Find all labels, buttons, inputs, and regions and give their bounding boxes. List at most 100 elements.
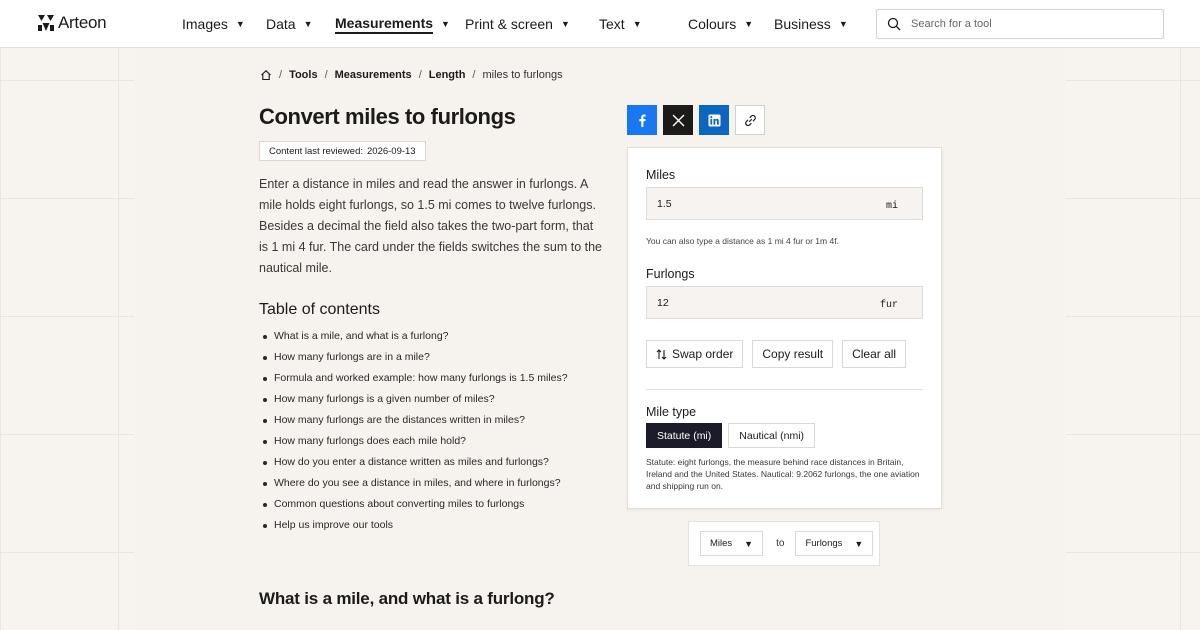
page-title: Convert miles to furlongs: [259, 104, 516, 129]
to-unit-value: Furlongs: [805, 538, 843, 549]
toc-link[interactable]: How many furlongs does each mile hold?: [274, 435, 466, 447]
toc-link[interactable]: Help us improve our tools: [274, 519, 393, 531]
x-icon: [672, 114, 684, 126]
caret-down-icon: ▼: [235, 19, 245, 29]
nav-item-colours[interactable]: Colours ▼: [688, 0, 774, 48]
toc-item: Help us improve our tools: [263, 517, 568, 538]
breadcrumb-separator: /: [279, 69, 283, 81]
share-x-button[interactable]: [663, 105, 693, 135]
nav-label: Text: [599, 16, 625, 32]
toc-item: Where do you see a distance in miles, an…: [263, 475, 568, 496]
nav-item-measurements[interactable]: Measurements ▼: [335, 0, 465, 48]
mile-type-toggle: Statute (mi) Nautical (nmi): [646, 423, 816, 448]
toc-link[interactable]: How many furlongs is a given number of m…: [274, 393, 495, 405]
miles-field[interactable]: mi: [646, 187, 923, 220]
copy-result-button[interactable]: Copy result: [752, 340, 834, 368]
to-unit-select[interactable]: Furlongs ▼: [795, 531, 874, 556]
card-divider: [646, 389, 923, 390]
link-icon: [744, 114, 756, 126]
caret-down-icon: ▼: [303, 19, 313, 29]
mile-type-label: Mile type: [646, 405, 697, 419]
miles-unit: mi: [885, 200, 898, 212]
nav-item-business[interactable]: Business ▼: [774, 0, 864, 48]
caret-down-icon: ▼: [441, 19, 450, 29]
nav-label: Colours: [688, 16, 737, 32]
breadcrumb-length[interactable]: Length: [429, 69, 466, 81]
table-of-contents: What is a mile, and what is a furlong? H…: [263, 328, 568, 538]
nav-item-print-screen[interactable]: Print & screen ▼: [465, 0, 599, 48]
breadcrumb: / Tools / Measurements / Length / miles …: [260, 69, 563, 81]
toc-link[interactable]: Formula and worked example: how many fur…: [274, 372, 568, 384]
share-bar: [627, 105, 765, 135]
nav-label: Print & screen: [465, 16, 553, 32]
mile-type-nautical[interactable]: Nautical (nmi): [728, 423, 816, 448]
logo-mark-icon: [38, 15, 54, 31]
logo[interactable]: Arteon: [38, 13, 107, 33]
linkedin-icon: [708, 114, 720, 126]
toc-item: How many furlongs does each mile hold?: [263, 433, 568, 454]
breadcrumb-tools[interactable]: Tools: [289, 69, 318, 81]
caret-down-icon: ▼: [838, 19, 848, 29]
toc-item: What is a mile, and what is a furlong?: [263, 328, 568, 349]
share-linkedin-button[interactable]: [699, 105, 729, 135]
facebook-icon: [638, 114, 646, 127]
caret-down-icon: ▼: [854, 538, 864, 549]
site-header: Arteon Images ▼ Data ▼ Measurements ▼ Pr…: [0, 0, 1200, 48]
home-icon[interactable]: [260, 69, 272, 81]
furlongs-unit: fur: [879, 299, 898, 311]
mile-type-note: Statute: eight furlongs, the measure beh…: [646, 457, 920, 491]
breadcrumb-separator: /: [324, 69, 328, 81]
nav-item-data[interactable]: Data ▼: [266, 0, 335, 48]
review-badge: Content last reviewed: 2026-09-13: [259, 141, 426, 161]
copy-link-button[interactable]: [735, 105, 765, 135]
main-nav: Images ▼ Data ▼ Measurements ▼ Print & s…: [182, 0, 864, 48]
intro-paragraph: Enter a distance in miles and read the a…: [259, 177, 602, 275]
caret-down-icon: ▼: [632, 19, 642, 29]
furlongs-label: Furlongs: [646, 267, 695, 281]
converter-card: Miles mi You can also type a distance as…: [627, 147, 942, 509]
search-box[interactable]: [876, 9, 1164, 39]
converter-actions: Swap order Copy result Clear all: [646, 340, 907, 368]
toc-item: How many furlongs are in a mile?: [263, 349, 568, 370]
swap-order-button[interactable]: Swap order: [646, 340, 744, 368]
section-heading: What is a mile, and what is a furlong?: [259, 589, 555, 608]
caret-down-icon: ▼: [744, 19, 754, 29]
nav-label: Business: [774, 16, 831, 32]
review-date: 2026-09-13: [367, 145, 416, 157]
pair-to-label: to: [776, 538, 785, 549]
toc-link[interactable]: How many furlongs are the distances writ…: [274, 414, 525, 426]
miles-input[interactable]: [657, 197, 837, 210]
nav-label: Images: [182, 16, 228, 32]
nav-label: Data: [266, 16, 296, 32]
nav-item-text[interactable]: Text ▼: [599, 0, 654, 48]
toc-link[interactable]: How many furlongs are in a mile?: [274, 351, 430, 363]
caret-down-icon: ▼: [560, 19, 570, 29]
nav-item-images[interactable]: Images ▼: [182, 0, 266, 48]
search-icon: [887, 17, 901, 31]
mile-type-statute[interactable]: Statute (mi): [646, 423, 723, 448]
toc-link[interactable]: Common questions about converting miles …: [274, 498, 524, 510]
unit-pair-selector: Miles ▼ to Furlongs ▼: [688, 521, 880, 566]
breadcrumb-current: miles to furlongs: [482, 69, 563, 81]
toc-item: Formula and worked example: how many fur…: [263, 370, 568, 391]
share-facebook-button[interactable]: [627, 105, 657, 135]
brand-name: Arteon: [58, 13, 107, 32]
toc-title: Table of contents: [259, 301, 380, 318]
breadcrumb-measurements[interactable]: Measurements: [335, 69, 412, 81]
clear-all-button[interactable]: Clear all: [842, 340, 907, 368]
review-label: Content last reviewed:: [269, 145, 363, 157]
miles-label: Miles: [646, 168, 676, 182]
caret-down-icon: ▼: [744, 538, 754, 549]
from-unit-select[interactable]: Miles ▼: [700, 531, 764, 556]
furlongs-input[interactable]: [657, 296, 837, 309]
furlongs-field[interactable]: fur: [646, 286, 923, 319]
toc-item: Common questions about converting miles …: [263, 496, 568, 517]
breadcrumb-separator: /: [418, 69, 422, 81]
toc-link[interactable]: How do you enter a distance written as m…: [274, 456, 549, 468]
toc-link[interactable]: Where do you see a distance in miles, an…: [274, 477, 561, 489]
swap-order-label: Swap order: [672, 347, 734, 361]
toc-link[interactable]: What is a mile, and what is a furlong?: [274, 330, 449, 342]
search-input[interactable]: [911, 18, 1151, 30]
toc-item: How do you enter a distance written as m…: [263, 454, 568, 475]
toc-item: How many furlongs are the distances writ…: [263, 412, 568, 433]
